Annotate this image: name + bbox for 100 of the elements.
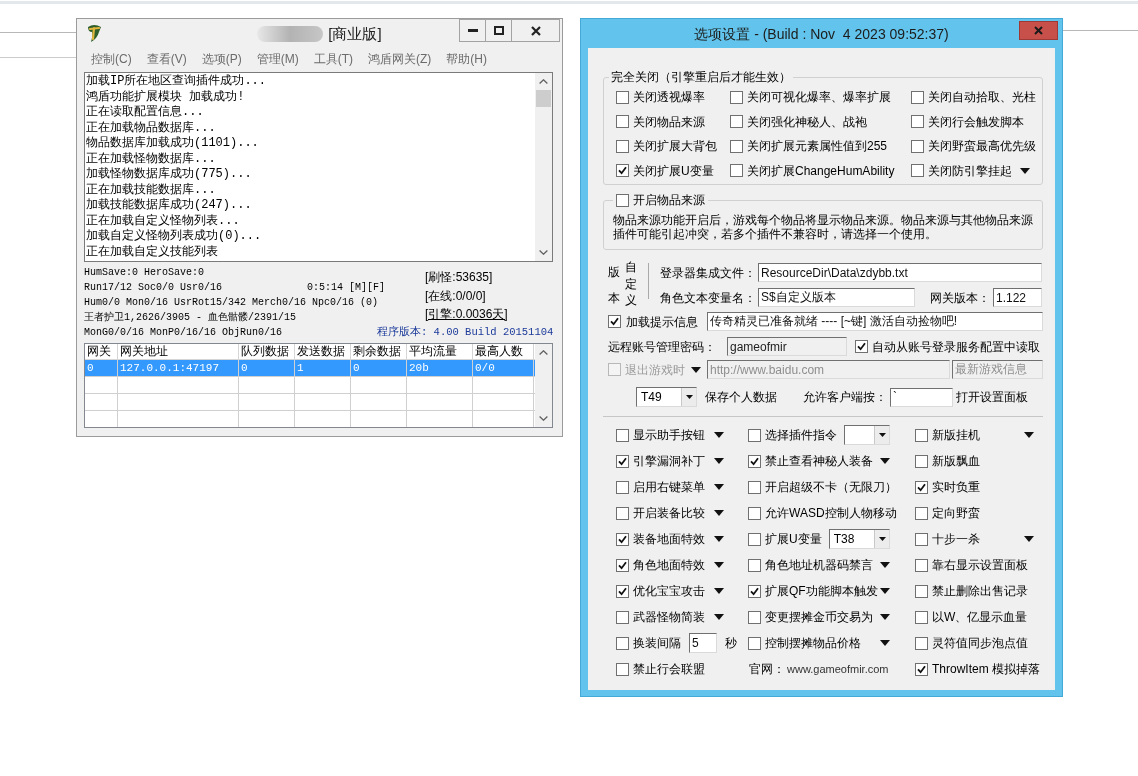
column-header[interactable]: 平均流量 [407,344,473,359]
checkbox[interactable] [616,558,629,572]
checkbox[interactable] [915,558,928,572]
checkbox[interactable] [915,532,928,546]
checkbox[interactable] [748,480,761,494]
checkbox[interactable] [616,139,629,153]
caret-down-icon[interactable] [714,484,724,490]
checkbox[interactable] [616,532,629,546]
scrollbar[interactable] [535,73,552,261]
caret-down-icon[interactable] [714,614,724,620]
column-header[interactable]: 队列数据 [239,344,295,359]
checkbox[interactable] [616,115,629,129]
text-field[interactable]: 传奇精灵已准备就绪 ---- [~键] 激活自动捡物吧! [707,312,1043,331]
checkbox[interactable] [730,139,743,153]
caret-down-icon[interactable] [880,458,890,464]
website-link[interactable]: www.gameofmir.com [787,660,889,678]
menu-item[interactable]: 控制(C) [90,49,133,68]
combo-box[interactable] [844,425,890,445]
caret-down-icon[interactable] [714,510,724,516]
caret-down-icon[interactable] [691,366,701,373]
caret-down-icon[interactable] [880,588,890,594]
text-field[interactable]: 5 [689,633,717,653]
checkbox[interactable] [915,584,928,598]
caret-down-icon[interactable] [714,536,724,542]
caret-down-icon[interactable] [714,562,724,568]
combo-box[interactable]: T38 [828,529,890,549]
column-header[interactable]: 发送数据 [295,344,351,359]
dropdown-button[interactable] [874,530,889,548]
checkbox[interactable] [915,636,928,650]
checkbox[interactable] [616,428,629,442]
column-header[interactable]: 网关 [85,344,118,359]
checkbox[interactable] [748,428,761,442]
checkbox[interactable] [915,662,928,676]
engine-runtime-link[interactable]: [引擎:0.0036天] [425,305,508,324]
menu-item[interactable]: 查看(V) [145,49,188,68]
table-cell: 127.0.0.1:47197 [118,360,239,376]
checkbox[interactable] [915,428,928,442]
checkbox[interactable] [915,454,928,468]
maximize-button[interactable] [485,19,512,42]
caret-down-icon[interactable] [880,640,890,646]
scroll-thumb[interactable] [536,90,551,107]
checkbox[interactable] [616,610,629,624]
caret-down-icon[interactable] [714,588,724,594]
checkbox[interactable] [911,115,924,129]
checkbox[interactable] [748,610,761,624]
checkbox[interactable] [616,480,629,494]
minimize-button[interactable] [459,19,486,42]
checkbox[interactable] [616,164,629,178]
caret-down-icon[interactable] [714,432,724,438]
checkbox[interactable] [748,454,761,468]
option-label: 禁止查看神秘人装备 [765,453,873,469]
checkbox[interactable] [616,636,629,650]
menu-item[interactable]: 管理(M) [255,49,300,68]
caret-down-icon[interactable] [714,458,724,464]
checkbox[interactable] [915,506,928,520]
checkbox[interactable] [911,164,924,178]
checkbox[interactable] [748,532,761,546]
checkbox[interactable] [616,90,629,104]
menu-item[interactable]: 工具(T) [312,49,354,68]
column-header[interactable]: 剩余数据 [351,344,407,359]
close-button[interactable] [511,19,560,42]
dropdown-button[interactable] [874,426,889,444]
combo-box[interactable]: T49 [636,387,697,407]
caret-down-icon[interactable] [880,614,890,620]
text-field[interactable]: gameofmir [727,337,847,356]
menu-item[interactable]: 帮助(H) [445,49,488,68]
checkbox[interactable] [748,636,761,650]
checkbox[interactable] [616,454,629,468]
checkbox[interactable] [730,115,743,129]
text-field[interactable]: ` [890,387,953,407]
column-header[interactable]: 最高人数 [473,344,534,359]
checkbox[interactable] [730,90,743,104]
dropdown-button[interactable] [681,388,696,406]
caret-down-icon[interactable] [880,562,890,568]
checkbox[interactable] [748,584,761,598]
option-label: 定向野蛮 [932,505,980,521]
checkbox[interactable] [915,610,928,624]
text-field[interactable]: S$自定义版本 [758,288,915,307]
checkbox[interactable] [911,90,924,104]
checkbox[interactable] [730,164,743,178]
field-label: 远程账号管理密码： [608,338,716,356]
caret-down-icon[interactable] [1024,536,1034,542]
text-field[interactable]: 1.122 [993,288,1042,307]
checkbox[interactable] [616,506,629,520]
text-field[interactable]: ResourceDir\Data\zdybb.txt [758,263,1042,282]
checkbox[interactable] [915,480,928,494]
caret-down-icon[interactable] [1020,167,1030,174]
checkbox[interactable] [748,558,761,572]
checkbox[interactable] [616,662,629,676]
scrollbar[interactable] [535,344,552,427]
checkbox[interactable] [855,340,868,353]
checkbox[interactable] [608,315,621,328]
menu-item[interactable]: 选项(P) [200,49,243,68]
checkbox[interactable] [616,193,629,207]
column-header[interactable]: 网关地址 [118,344,239,359]
checkbox[interactable] [911,139,924,153]
checkbox[interactable] [616,584,629,598]
menu-item[interactable]: 鸿盾网关(Z) [367,49,433,68]
caret-down-icon[interactable] [1024,432,1034,438]
checkbox[interactable] [748,506,761,520]
